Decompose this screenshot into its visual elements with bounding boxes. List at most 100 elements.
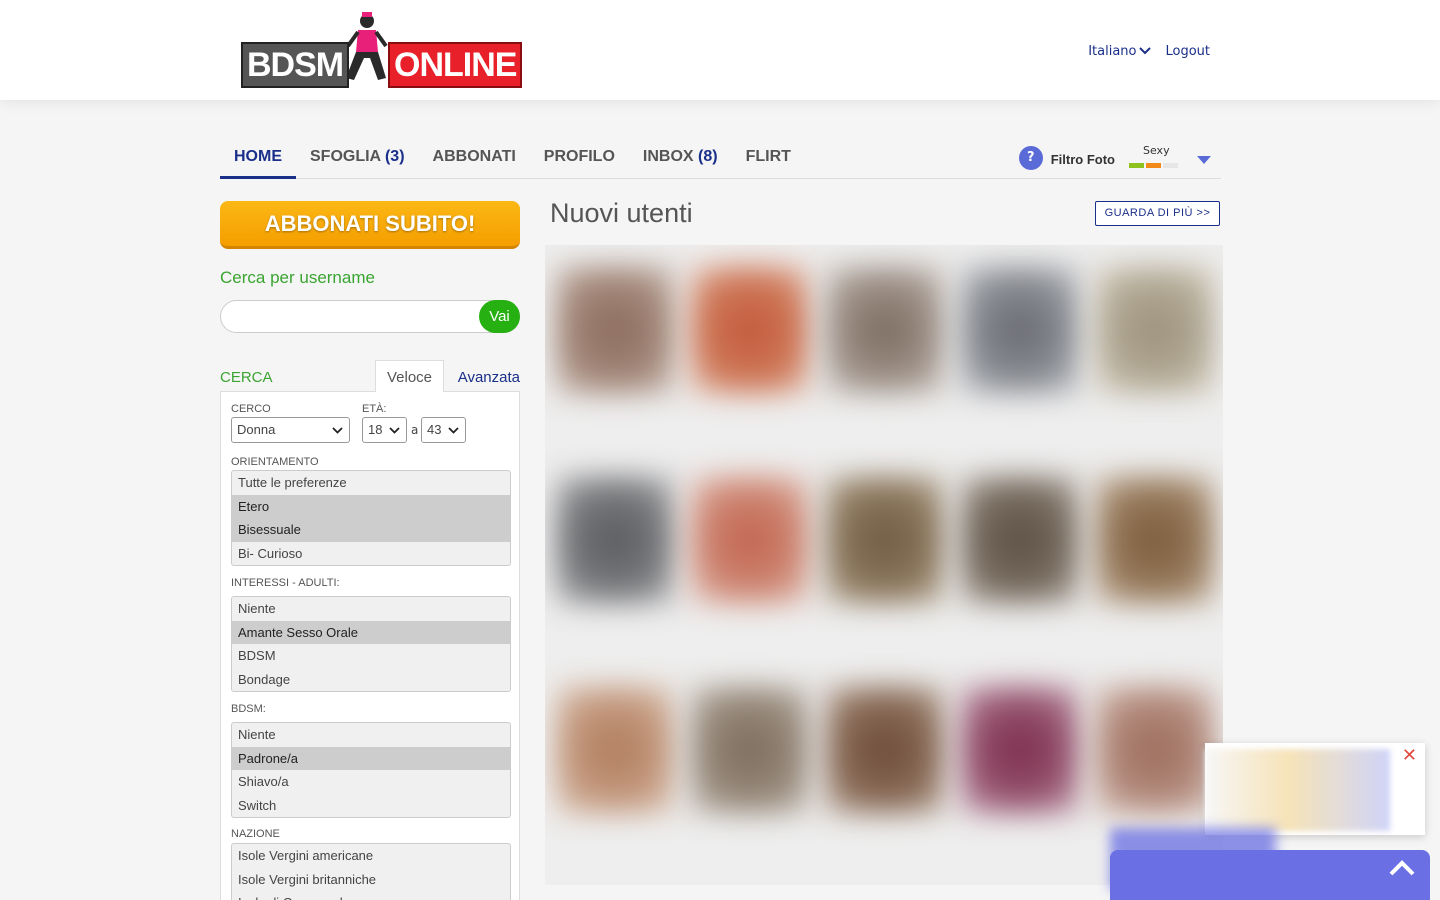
age-to-value: 43 bbox=[427, 422, 442, 437]
chevron-down-icon bbox=[448, 427, 459, 434]
age-to-select[interactable]: 43 bbox=[421, 417, 466, 443]
nav-item-label: FLIRT bbox=[745, 148, 791, 165]
nation-option[interactable]: Isole Vergini americane bbox=[232, 844, 510, 868]
seeking-select-value: Donna bbox=[237, 422, 276, 437]
notification-popup: ✕ bbox=[1205, 743, 1425, 835]
nav-item-label: PROFILO bbox=[543, 148, 615, 165]
close-icon[interactable]: ✕ bbox=[1402, 745, 1417, 766]
new-users-title: Nuovi utenti bbox=[550, 198, 693, 228]
nav-item-home[interactable]: HOME bbox=[220, 138, 296, 179]
chevron-down-icon bbox=[1139, 47, 1152, 55]
see-more-button[interactable]: GUARDA DI PIÙ >> bbox=[1095, 201, 1220, 226]
photo-filter-level-label: Sexy bbox=[1143, 144, 1170, 157]
nation-listbox[interactable]: Isole Vergini americane Isole Vergini br… bbox=[231, 843, 511, 900]
user-thumbnail[interactable] bbox=[690, 685, 810, 815]
chevron-down-icon bbox=[389, 427, 400, 434]
user-thumbnail[interactable] bbox=[555, 265, 675, 395]
bdsm-option[interactable]: Switch bbox=[232, 794, 510, 818]
logout-link[interactable]: Logout bbox=[1165, 44, 1210, 59]
nav-item-label: SFOGLIA bbox=[310, 148, 381, 165]
header-links: Italiano Logout bbox=[1088, 44, 1210, 59]
age-from-value: 18 bbox=[368, 422, 383, 437]
user-thumbnail[interactable] bbox=[555, 685, 675, 815]
search-tabs-header: CERCA Veloce Avanzata bbox=[220, 360, 520, 393]
site-logo[interactable]: BDSM ONLINE bbox=[240, 12, 523, 88]
orientation-option[interactable]: Bisessuale bbox=[232, 518, 510, 542]
nav-item-count: (3) bbox=[384, 148, 405, 165]
user-thumbnail[interactable] bbox=[825, 475, 945, 605]
user-thumbnail[interactable] bbox=[555, 475, 675, 605]
photo-filter-level-bar bbox=[1129, 163, 1178, 168]
bdsm-listbox[interactable]: Niente Padrone/a Shiavo/a Switch bbox=[231, 722, 511, 818]
tab-quick-search[interactable]: Veloce bbox=[375, 360, 444, 393]
popup-content[interactable] bbox=[1205, 749, 1390, 831]
interests-option[interactable]: BDSM bbox=[232, 644, 510, 668]
user-thumbnail[interactable] bbox=[825, 265, 945, 395]
orientation-option[interactable]: Tutte le preferenze bbox=[232, 471, 510, 495]
level-segment bbox=[1129, 163, 1144, 168]
seeking-select[interactable]: Donna bbox=[231, 417, 350, 443]
logo-figure-icon bbox=[346, 12, 388, 80]
caret-down-icon[interactable] bbox=[1197, 156, 1211, 164]
user-thumbnail[interactable] bbox=[1095, 475, 1215, 605]
help-icon[interactable]: ? bbox=[1018, 146, 1043, 170]
nav-item-count: (8) bbox=[698, 148, 718, 165]
nav-item-label: ABBONATI bbox=[432, 148, 516, 165]
bdsm-option[interactable]: Padrone/a bbox=[232, 746, 510, 770]
username-search-input[interactable] bbox=[231, 307, 471, 327]
age-range-separator: a bbox=[411, 423, 419, 437]
age-label: ETÀ: bbox=[362, 403, 387, 415]
photo-filter[interactable]: ? Filtro Foto Sexy bbox=[1018, 144, 1211, 172]
nation-option[interactable]: Isole Vergini britanniche bbox=[232, 868, 510, 892]
language-selector[interactable]: Italiano bbox=[1088, 44, 1152, 59]
user-thumbnail[interactable] bbox=[825, 685, 945, 815]
user-thumbnail[interactable] bbox=[690, 265, 810, 395]
subscribe-now-button[interactable]: ABBONATI SUBITO! bbox=[220, 201, 520, 249]
search-section-title: CERCA bbox=[220, 369, 273, 386]
nav-item-abbonati[interactable]: ABBONATI bbox=[419, 138, 530, 179]
photo-filter-label: Filtro Foto bbox=[1050, 151, 1115, 167]
level-segment bbox=[1146, 163, 1161, 168]
search-go-button[interactable]: Vai bbox=[479, 300, 520, 333]
user-thumbnail[interactable] bbox=[960, 685, 1080, 815]
user-thumbnail[interactable] bbox=[960, 475, 1080, 605]
quick-search-form: CERCO Donna ETÀ: 18 a 43 ORIENTAMENTO Tu… bbox=[220, 392, 520, 900]
nav-item-profilo[interactable]: PROFILO bbox=[530, 138, 629, 179]
main-nav: HOME SFOGLIA (3) ABBONATI PROFILO INBOX … bbox=[220, 138, 1221, 179]
user-thumbnail[interactable] bbox=[1095, 265, 1215, 395]
scroll-to-top-bar[interactable] bbox=[1110, 850, 1430, 900]
username-search-box: Vai bbox=[220, 300, 520, 333]
nation-option[interactable]: Isole di Capo verde bbox=[232, 891, 510, 900]
nav-item-flirt[interactable]: FLIRT bbox=[732, 138, 805, 179]
orientation-option[interactable]: Etero bbox=[232, 494, 510, 518]
user-thumbnail[interactable] bbox=[960, 265, 1080, 395]
nav-item-inbox[interactable]: INBOX (8) bbox=[629, 138, 732, 179]
bdsm-label: BDSM: bbox=[231, 703, 266, 715]
nav-item-sfoglia[interactable]: SFOGLIA (3) bbox=[296, 138, 419, 179]
bdsm-option[interactable]: Niente bbox=[232, 723, 510, 747]
interests-option[interactable]: Amante Sesso Orale bbox=[232, 620, 510, 644]
orientation-listbox[interactable]: Tutte le preferenze Etero Bisessuale Bi-… bbox=[231, 470, 511, 566]
search-username-title: Cerca per username bbox=[220, 268, 375, 287]
nav-item-label: HOME bbox=[234, 148, 282, 165]
orientation-option[interactable]: Bi- Curioso bbox=[232, 542, 510, 566]
new-users-grid bbox=[545, 245, 1223, 885]
language-label: Italiano bbox=[1088, 44, 1137, 59]
bdsm-option[interactable]: Shiavo/a bbox=[232, 770, 510, 794]
interests-listbox[interactable]: Niente Amante Sesso Orale BDSM Bondage bbox=[231, 596, 511, 692]
tab-advanced-search[interactable]: Avanzata bbox=[458, 369, 520, 386]
interests-option[interactable]: Bondage bbox=[232, 668, 510, 692]
site-header: BDSM ONLINE Italiano Logout bbox=[0, 0, 1440, 100]
age-from-select[interactable]: 18 bbox=[362, 417, 407, 443]
interests-label: INTERESSI - ADULTI: bbox=[231, 577, 340, 589]
level-segment bbox=[1163, 163, 1178, 168]
chevron-up-icon[interactable] bbox=[1387, 858, 1417, 878]
nation-label: NAZIONE bbox=[231, 828, 280, 840]
photo-filter-level: Sexy bbox=[1129, 144, 1181, 172]
interests-option[interactable]: Niente bbox=[232, 597, 510, 621]
nav-item-label: INBOX bbox=[642, 148, 694, 165]
user-thumbnail[interactable] bbox=[690, 475, 810, 605]
logo-text-right: ONLINE bbox=[388, 42, 523, 88]
user-thumbnail[interactable] bbox=[1095, 685, 1215, 815]
orientation-label: ORIENTAMENTO bbox=[231, 456, 319, 468]
